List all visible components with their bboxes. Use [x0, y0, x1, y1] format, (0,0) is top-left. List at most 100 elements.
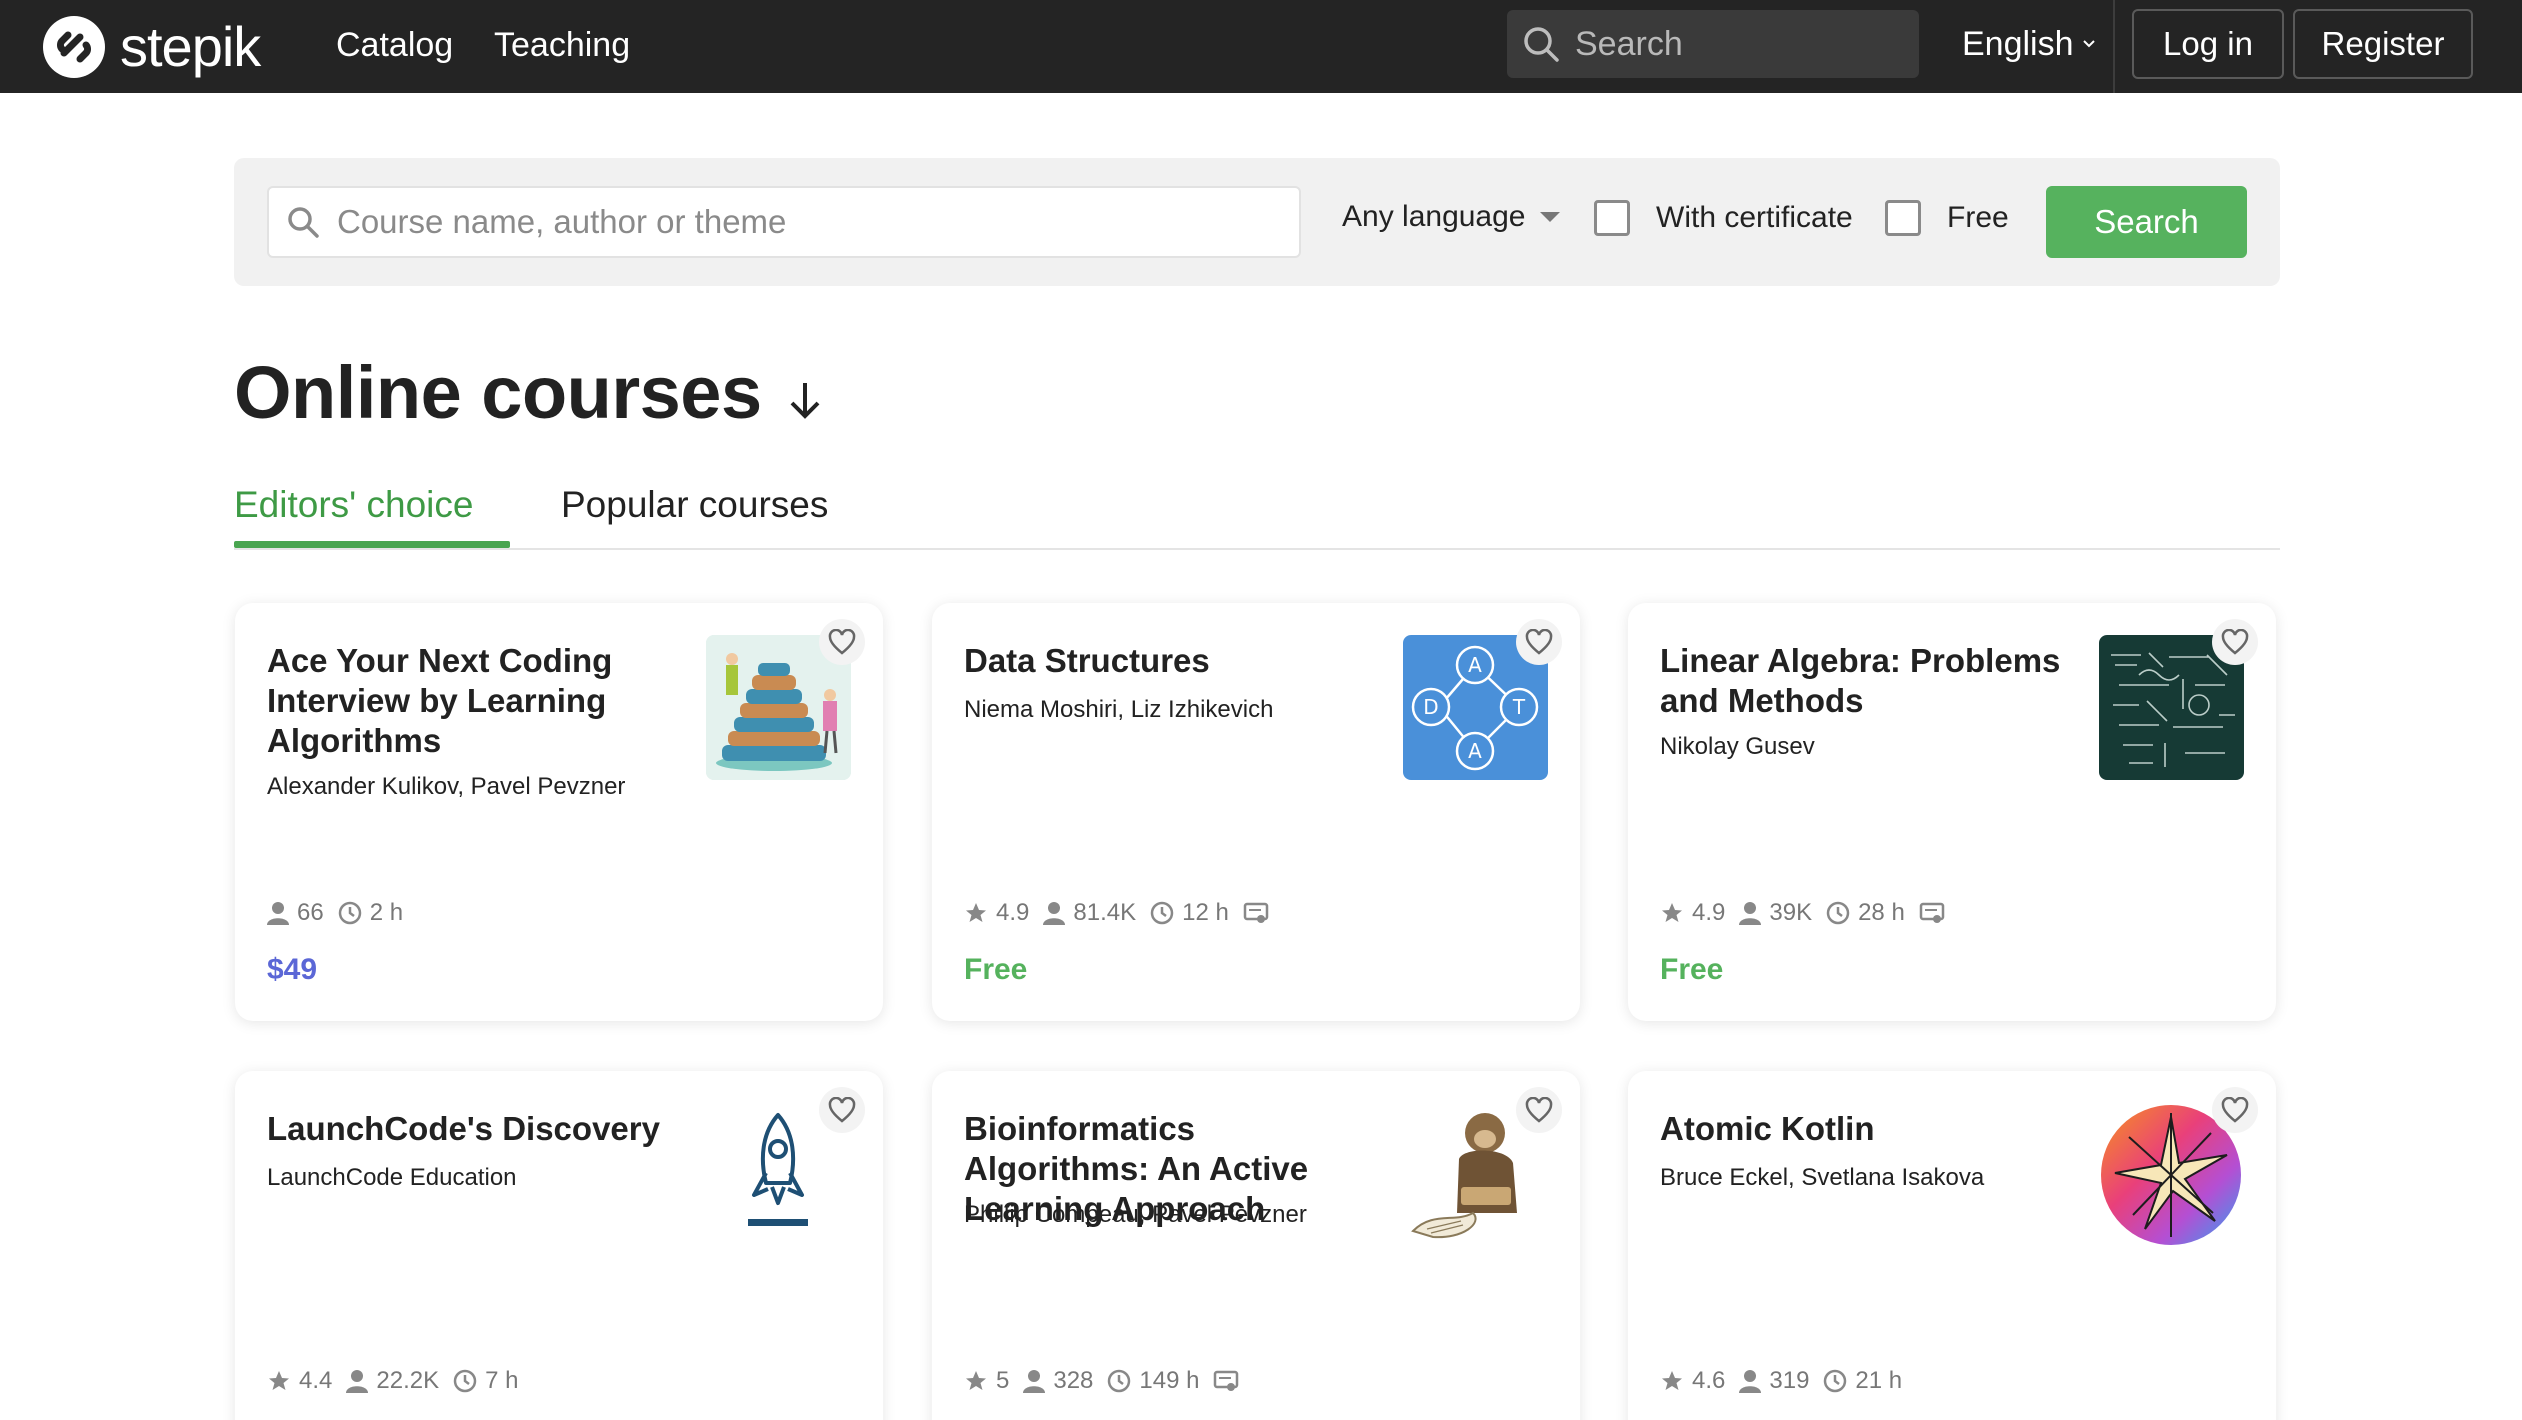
- language-label: English: [1962, 25, 2074, 63]
- course-stats: 66 2 h: [267, 899, 403, 927]
- course-search-input[interactable]: [337, 203, 1277, 241]
- course-title[interactable]: Atomic Kotlin: [1660, 1109, 2070, 1149]
- search-button[interactable]: Search: [2046, 186, 2247, 258]
- learners-count: 22.2K: [376, 1367, 440, 1394]
- course-card[interactable]: Atomic Kotlin Bruce Eckel, Svetlana Isak…: [1628, 1071, 2276, 1420]
- heart-icon: [828, 629, 856, 655]
- search-icon: [1524, 27, 1559, 62]
- favorite-button[interactable]: [2212, 619, 2258, 665]
- learners-count: 319: [1769, 1367, 1810, 1394]
- course-title[interactable]: Ace Your Next Coding Interview by Learni…: [267, 641, 677, 761]
- duration-value: 2 h: [369, 899, 404, 926]
- course-title[interactable]: LaunchCode's Discovery: [267, 1109, 677, 1149]
- course-authors: Niema Moshiri, Liz Izhikevich: [964, 696, 1274, 723]
- favorite-button[interactable]: [2212, 1087, 2258, 1133]
- learners-stat: 22.2K: [346, 1367, 439, 1395]
- tab-popular-courses[interactable]: Popular courses: [561, 484, 828, 526]
- clock-icon: [1826, 901, 1850, 925]
- svg-text:A: A: [1468, 739, 1482, 763]
- favorite-button[interactable]: [1516, 619, 1562, 665]
- certificate-filter[interactable]: With certificate: [1594, 200, 1853, 236]
- course-stats: 4.9 39K 28 h: [1660, 899, 1945, 927]
- page-title: Online courses: [234, 350, 828, 435]
- course-title[interactable]: Data Structures: [964, 641, 1374, 681]
- course-authors: LaunchCode Education: [267, 1164, 517, 1191]
- free-checkbox[interactable]: [1885, 200, 1921, 236]
- clock-icon: [1150, 901, 1174, 925]
- nav-teaching-link[interactable]: Teaching: [494, 23, 630, 67]
- learner-icon: [1739, 902, 1762, 925]
- rating-value: 4.4: [299, 1367, 333, 1394]
- clock-icon: [1108, 1369, 1131, 1393]
- logo-text: stepik: [120, 15, 261, 78]
- learner-icon: [1739, 1370, 1762, 1393]
- top-navigation-bar: stepik Catalog Teaching English Log in R…: [0, 0, 2522, 93]
- free-label: Free: [1947, 201, 2009, 234]
- learner-icon: [1023, 1370, 1046, 1393]
- learners-count: 328: [1053, 1367, 1094, 1394]
- learners-count: 39K: [1769, 899, 1813, 926]
- rating-value: 5: [996, 1367, 1010, 1394]
- chevron-down-icon: [2082, 40, 2095, 48]
- course-stats: 4.4 22.2K 7 h: [267, 1367, 518, 1395]
- star-icon: [1662, 903, 1682, 922]
- tab-editors-choice[interactable]: Editors' choice: [234, 484, 473, 526]
- rating-stat: 4.9: [964, 899, 1029, 927]
- rating-value: 4.9: [1692, 899, 1726, 926]
- certificate-checkbox[interactable]: [1594, 200, 1630, 236]
- course-stats: 5 328 149 h: [964, 1367, 1239, 1395]
- heart-icon: [2221, 629, 2249, 655]
- svg-text:D: D: [1423, 695, 1438, 719]
- learner-icon: [1043, 902, 1066, 925]
- header-search-input[interactable]: [1575, 24, 1905, 64]
- language-selector[interactable]: English: [1962, 22, 2098, 66]
- course-stats: 4.6 319 21 h: [1660, 1367, 1902, 1395]
- nav-catalog-link[interactable]: Catalog: [336, 23, 453, 67]
- login-button[interactable]: Log in: [2132, 9, 2284, 79]
- certificate-icon: [1919, 902, 1945, 923]
- course-card[interactable]: Bioinformatics Algorithms: An Active Lea…: [932, 1071, 1580, 1420]
- course-title[interactable]: Linear Algebra: Problems and Methods: [1660, 641, 2070, 721]
- star-icon: [269, 1371, 289, 1390]
- course-card[interactable]: Ace Your Next Coding Interview by Learni…: [235, 603, 883, 1021]
- clock-icon: [453, 1369, 477, 1393]
- language-filter-dropdown[interactable]: Any language: [1342, 200, 1560, 234]
- learner-icon: [267, 902, 289, 925]
- rating-value: 4.9: [996, 899, 1030, 926]
- duration-value: 149 h: [1139, 1367, 1200, 1394]
- duration-stat: 21 h: [1823, 1367, 1902, 1395]
- free-filter[interactable]: Free: [1885, 200, 2009, 236]
- clock-icon: [338, 901, 361, 925]
- header-divider: [2113, 0, 2115, 93]
- heart-icon: [1525, 1097, 1553, 1123]
- language-filter-label: Any language: [1342, 200, 1526, 233]
- certificate-label: With certificate: [1656, 201, 1853, 234]
- favorite-button[interactable]: [1516, 1087, 1562, 1133]
- header-search-box[interactable]: [1507, 10, 1919, 78]
- course-card[interactable]: Data Structures Niema Moshiri, Liz Izhik…: [932, 603, 1580, 1021]
- arrow-down-icon[interactable]: [782, 377, 828, 423]
- active-tab-indicator: [234, 541, 510, 548]
- course-price: Free: [964, 953, 1028, 986]
- stepik-logo[interactable]: stepik: [40, 12, 261, 82]
- learners-stat: 81.4K: [1043, 899, 1136, 927]
- heart-icon: [1525, 629, 1553, 655]
- rating-value: 4.6: [1692, 1367, 1726, 1394]
- duration-stat: 149 h: [1107, 1367, 1199, 1395]
- course-search-box[interactable]: [267, 186, 1301, 258]
- duration-value: 21 h: [1855, 1367, 1903, 1394]
- register-button[interactable]: Register: [2293, 9, 2473, 79]
- favorite-button[interactable]: [819, 619, 865, 665]
- rating-stat: 5: [964, 1367, 1009, 1395]
- course-card[interactable]: LaunchCode's Discovery LaunchCode Educat…: [235, 1071, 883, 1420]
- duration-value: 12 h: [1182, 899, 1229, 926]
- page-title-text: Online courses: [234, 351, 762, 434]
- learners-count: 81.4K: [1073, 899, 1137, 926]
- learners-count: 66: [297, 899, 324, 926]
- caret-down-icon: [1539, 212, 1560, 222]
- search-icon: [288, 207, 319, 238]
- star-icon: [966, 1371, 986, 1390]
- favorite-button[interactable]: [819, 1087, 865, 1133]
- duration-value: 28 h: [1858, 899, 1905, 926]
- course-card[interactable]: Linear Algebra: Problems and Methods Nik…: [1628, 603, 2276, 1021]
